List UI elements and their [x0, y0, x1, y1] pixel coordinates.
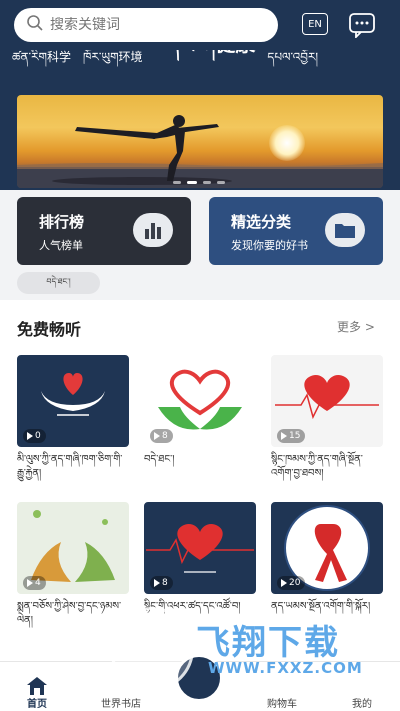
audio-item[interactable]: 0 མི་ལུས་ཀྱི་ནད་གཞི་ཁག་ཅིག་གི་རྒྱུ་རྐྱེན…: [17, 355, 129, 481]
language-toggle[interactable]: EN: [302, 13, 328, 35]
item-caption: སྙིང་ཁམས་ཀྱི་ནད་གཞི་སྔོན་འགོག་བྱ་ཐབས།: [271, 454, 363, 479]
audio-item[interactable]: 4 སྨན་བཅོས་ཀྱི་ཤེས་བྱ་དང་ཉམས་ལེན།: [17, 502, 129, 628]
play-count: 8: [162, 578, 168, 588]
play-count-badge: 15: [277, 429, 306, 443]
play-icon: [27, 579, 33, 587]
carousel-dot[interactable]: [217, 181, 225, 184]
ranking-card[interactable]: 排行榜 人气榜单: [17, 197, 191, 265]
play-count-badge: 20: [277, 576, 306, 590]
category-subtitle: 发现你要的好书: [231, 239, 308, 252]
carousel-indicator: [173, 181, 225, 184]
nav-cart[interactable]: 购物车: [252, 695, 312, 710]
nav-world-bookstore[interactable]: 世界书店: [91, 695, 151, 710]
play-icon: [154, 579, 160, 587]
category-tabs: ཚན་རིག科学 ཁོར་ཡུག环境 བདེ་ཐང་།健康 དཔལ་འབྱོར།: [0, 50, 400, 84]
cover-image: 8: [144, 502, 256, 594]
cover-image: 20: [271, 502, 383, 594]
ranking-subtitle: 人气榜单: [39, 239, 83, 252]
item-caption: སྙིང་གི་འཕར་ཚད་དང་འཚོ་བ།: [144, 601, 241, 612]
cover-image: 15: [271, 355, 383, 447]
cover-image: 0: [17, 355, 129, 447]
play-count-badge: 0: [23, 429, 46, 443]
nav-mine[interactable]: 我的: [332, 695, 392, 710]
ranking-title: 排行榜: [39, 213, 85, 231]
cover-image: 8: [144, 355, 256, 447]
audio-item[interactable]: 20 ནད་ཡམས་སྔོན་འགོག་གི་སྐོར།: [271, 502, 383, 614]
nav-home[interactable]: 首页: [7, 695, 67, 710]
audio-item[interactable]: 8 སྙིང་གི་འཕར་ཚད་དང་འཚོ་བ།: [144, 502, 256, 614]
play-count-badge: 4: [23, 576, 46, 590]
section-title: 免费畅听: [17, 320, 82, 339]
play-count: 4: [35, 578, 41, 588]
audio-item[interactable]: 15 སྙིང་ཁམས་ཀྱི་ནད་གཞི་སྔོན་འགོག་བྱ་ཐབས།: [271, 355, 383, 481]
play-icon: [281, 579, 287, 587]
home-icon[interactable]: [26, 676, 48, 696]
banner-image[interactable]: [17, 95, 383, 188]
tab-health[interactable]: བདེ་ཐང་།健康: [155, 50, 256, 84]
tab-economy[interactable]: དཔལ་འབྱོར།: [267, 50, 318, 84]
play-icon: [27, 432, 33, 440]
center-player-button[interactable]: [175, 654, 223, 702]
folder-icon: [325, 213, 365, 247]
audio-item[interactable]: 8 བདེ་ཐང་།: [144, 355, 256, 467]
play-count-badge: 8: [150, 429, 173, 443]
play-count: 15: [289, 431, 301, 441]
play-icon: [154, 432, 160, 440]
bar-chart-icon: [133, 213, 173, 247]
carousel-dot[interactable]: [203, 181, 211, 184]
item-caption: ནད་ཡམས་སྔོན་འགོག་གི་སྐོར།: [271, 601, 371, 612]
category-title: 精选分类: [231, 213, 292, 231]
category-card[interactable]: 精选分类 发现你要的好书: [209, 197, 383, 265]
play-count-badge: 8: [150, 576, 173, 590]
search-input[interactable]: [50, 17, 260, 33]
play-count: 0: [35, 431, 41, 441]
more-link[interactable]: 更多 >: [337, 318, 375, 335]
carousel-dot[interactable]: [187, 181, 197, 184]
carousel-dot[interactable]: [173, 181, 181, 184]
tag-chip-health[interactable]: བདེ་ཐང་།: [17, 272, 100, 294]
item-caption: བདེ་ཐང་།: [144, 454, 175, 465]
free-listen-section: 免费畅听 更多 > 0 མི་ལུས་ཀྱི་ནད་གཞི་ཁག་ཅིག་གི་…: [0, 300, 400, 711]
yoga-silhouette: [17, 115, 383, 188]
item-caption: མི་ལུས་ཀྱི་ནད་གཞི་ཁག་ཅིག་གི་རྒྱུ་རྐྱེན།: [17, 454, 123, 479]
tab-science[interactable]: ཚན་རིག科学: [12, 50, 71, 84]
tab-environment[interactable]: ཁོར་ཡུག环境: [83, 50, 143, 84]
cover-image: 4: [17, 502, 129, 594]
play-icon: [281, 432, 287, 440]
play-count: 8: [162, 431, 168, 441]
play-count: 20: [289, 578, 301, 588]
message-icon[interactable]: [348, 12, 376, 40]
item-caption: སྨན་བཅོས་ཀྱི་ཤེས་བྱ་དང་ཉམས་ལེན།: [17, 601, 122, 626]
header: EN ཚན་རིག科学 ཁོར་ཡུག环境 བདེ་ཐང་།健康 དཔལ་འབྱ…: [0, 0, 400, 190]
search-bar[interactable]: [14, 8, 278, 42]
search-icon: [26, 14, 44, 36]
